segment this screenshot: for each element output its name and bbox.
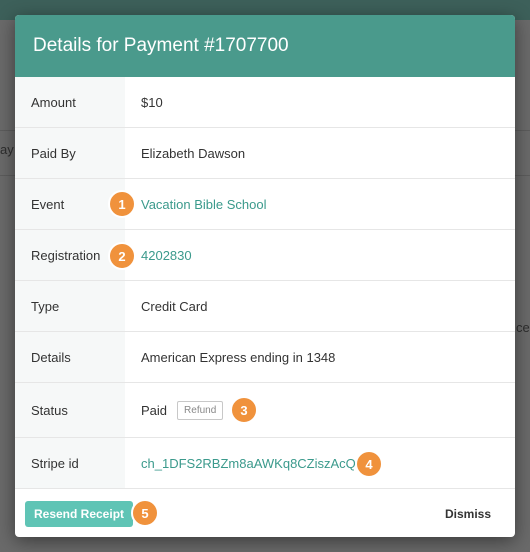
detail-row-details: Details American Express ending in 1348 bbox=[15, 332, 515, 383]
detail-row-type: Type Credit Card bbox=[15, 281, 515, 332]
annotation-badge-2: 2 bbox=[108, 242, 136, 270]
event-link[interactable]: Vacation Bible School bbox=[141, 197, 267, 212]
registration-link[interactable]: 4202830 bbox=[141, 248, 192, 263]
event-cell: Vacation Bible School bbox=[125, 179, 515, 229]
annotation-badge-4: 4 bbox=[355, 450, 383, 478]
dismiss-button[interactable]: Dismiss bbox=[445, 507, 491, 521]
background-text-fragment: ce bbox=[516, 320, 530, 335]
refund-button[interactable]: Refund bbox=[177, 400, 224, 420]
modal-header: Details for Payment #1707700 bbox=[15, 15, 515, 77]
registration-cell: 4202830 bbox=[125, 230, 515, 280]
annotation-badge-5: 5 bbox=[131, 499, 159, 527]
status-value: Paid bbox=[141, 402, 168, 418]
detail-row-status: Status Paid Refund bbox=[15, 383, 515, 438]
row-label: Paid By bbox=[15, 128, 125, 178]
detail-row-event: Event Vacation Bible School bbox=[15, 179, 515, 230]
amount-value: $10 bbox=[141, 94, 163, 110]
detail-row-amount: Amount $10 bbox=[15, 77, 515, 128]
background-text-fragment: ay bbox=[0, 142, 14, 157]
detail-row-paid-by: Paid By Elizabeth Dawson bbox=[15, 128, 515, 179]
details-value: American Express ending in 1348 bbox=[141, 349, 336, 365]
detail-row-stripe-id: Stripe id ch_1DFS2RBZm8aAWKq8CZiszAcQ bbox=[15, 438, 515, 489]
annotation-badge-3: 3 bbox=[230, 396, 258, 424]
row-label: Details bbox=[15, 332, 125, 382]
modal-footer: Resend Receipt Dismiss bbox=[15, 489, 515, 537]
detail-row-registration: Registration 4202830 bbox=[15, 230, 515, 281]
stripe-id-cell: ch_1DFS2RBZm8aAWKq8CZiszAcQ bbox=[125, 438, 515, 488]
payment-details-modal: Details for Payment #1707700 Amount $10 … bbox=[15, 15, 515, 537]
row-label: Type bbox=[15, 281, 125, 331]
paid-by-value: Elizabeth Dawson bbox=[141, 145, 246, 161]
type-value: Credit Card bbox=[141, 298, 208, 314]
resend-receipt-button[interactable]: Resend Receipt bbox=[25, 500, 133, 527]
row-label: Amount bbox=[15, 77, 125, 127]
annotation-badge-1: 1 bbox=[108, 190, 136, 218]
row-label: Status bbox=[15, 383, 125, 437]
row-label: Stripe id bbox=[15, 438, 125, 488]
modal-title: Details for Payment #1707700 bbox=[33, 35, 289, 56]
stripe-id-link[interactable]: ch_1DFS2RBZm8aAWKq8CZiszAcQ bbox=[141, 456, 356, 471]
status-cell: Paid Refund bbox=[125, 383, 515, 437]
